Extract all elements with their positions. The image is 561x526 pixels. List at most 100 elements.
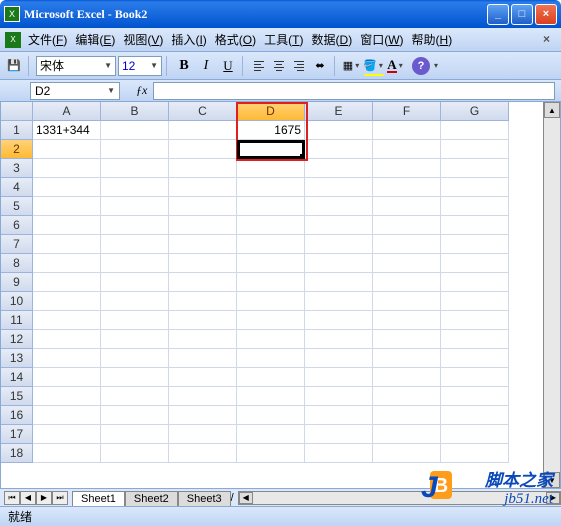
cell-F18[interactable] bbox=[373, 444, 441, 463]
row-header-7[interactable]: 7 bbox=[1, 235, 33, 254]
underline-button[interactable]: U bbox=[218, 56, 238, 76]
scroll-track[interactable] bbox=[544, 118, 560, 472]
cell-C9[interactable] bbox=[169, 273, 237, 292]
cell-D3[interactable] bbox=[237, 159, 305, 178]
row-header-2[interactable]: 2 bbox=[1, 140, 33, 159]
cell-F11[interactable] bbox=[373, 311, 441, 330]
cell-G13[interactable] bbox=[441, 349, 509, 368]
cell-C6[interactable] bbox=[169, 216, 237, 235]
cell-E6[interactable] bbox=[305, 216, 373, 235]
toolbar-options-icon[interactable]: ▾ bbox=[432, 61, 440, 70]
font-name-selector[interactable]: 宋体 ▼ bbox=[36, 56, 116, 76]
cell-C12[interactable] bbox=[169, 330, 237, 349]
menu-insert[interactable]: 插入(I) bbox=[167, 29, 210, 50]
cell-G3[interactable] bbox=[441, 159, 509, 178]
cell-C14[interactable] bbox=[169, 368, 237, 387]
menu-edit[interactable]: 编辑(E) bbox=[71, 29, 119, 50]
cell-D4[interactable] bbox=[237, 178, 305, 197]
cell-F10[interactable] bbox=[373, 292, 441, 311]
cell-E8[interactable] bbox=[305, 254, 373, 273]
row-header-9[interactable]: 9 bbox=[1, 273, 33, 292]
cell-B9[interactable] bbox=[101, 273, 169, 292]
close-document-button[interactable]: × bbox=[543, 32, 559, 48]
row-header-3[interactable]: 3 bbox=[1, 159, 33, 178]
cell-C5[interactable] bbox=[169, 197, 237, 216]
scroll-left-button[interactable]: ◀ bbox=[239, 492, 253, 504]
cell-F15[interactable] bbox=[373, 387, 441, 406]
cell-E1[interactable] bbox=[305, 121, 373, 140]
menu-window[interactable]: 窗口(W) bbox=[356, 29, 407, 50]
cell-B15[interactable] bbox=[101, 387, 169, 406]
cell-E2[interactable] bbox=[305, 140, 373, 159]
cell-G4[interactable] bbox=[441, 178, 509, 197]
row-header-10[interactable]: 10 bbox=[1, 292, 33, 311]
cell-G7[interactable] bbox=[441, 235, 509, 254]
cell-B11[interactable] bbox=[101, 311, 169, 330]
cell-B7[interactable] bbox=[101, 235, 169, 254]
cell-A2[interactable] bbox=[33, 140, 101, 159]
cell-G2[interactable] bbox=[441, 140, 509, 159]
cell-D9[interactable] bbox=[237, 273, 305, 292]
menu-file[interactable]: 文件(F) bbox=[24, 29, 71, 50]
column-header-F[interactable]: F bbox=[373, 102, 441, 121]
sheet-tab-2[interactable]: Sheet2 bbox=[125, 491, 178, 506]
bold-button[interactable]: B bbox=[174, 56, 194, 76]
scroll-right-button[interactable]: ▶ bbox=[546, 492, 560, 504]
cell-A17[interactable] bbox=[33, 425, 101, 444]
horizontal-scrollbar[interactable]: ◀ ▶ bbox=[238, 491, 561, 505]
menu-format[interactable]: 格式(O) bbox=[211, 29, 260, 50]
cell-D6[interactable] bbox=[237, 216, 305, 235]
align-left-button[interactable] bbox=[250, 56, 268, 76]
cell-A18[interactable] bbox=[33, 444, 101, 463]
cell-F8[interactable] bbox=[373, 254, 441, 273]
cell-C16[interactable] bbox=[169, 406, 237, 425]
cell-F1[interactable] bbox=[373, 121, 441, 140]
cell-B14[interactable] bbox=[101, 368, 169, 387]
cell-F12[interactable] bbox=[373, 330, 441, 349]
cell-A11[interactable] bbox=[33, 311, 101, 330]
cell-B18[interactable] bbox=[101, 444, 169, 463]
cell-F7[interactable] bbox=[373, 235, 441, 254]
font-color-button[interactable]: A▾ bbox=[386, 56, 406, 76]
cell-F5[interactable] bbox=[373, 197, 441, 216]
cell-E17[interactable] bbox=[305, 425, 373, 444]
cell-A7[interactable] bbox=[33, 235, 101, 254]
menu-view[interactable]: 视图(V) bbox=[119, 29, 167, 50]
cell-C15[interactable] bbox=[169, 387, 237, 406]
cell-B13[interactable] bbox=[101, 349, 169, 368]
cell-A16[interactable] bbox=[33, 406, 101, 425]
cell-G16[interactable] bbox=[441, 406, 509, 425]
column-header-G[interactable]: G bbox=[441, 102, 509, 121]
cell-E7[interactable] bbox=[305, 235, 373, 254]
cell-G1[interactable] bbox=[441, 121, 509, 140]
cell-F17[interactable] bbox=[373, 425, 441, 444]
row-header-13[interactable]: 13 bbox=[1, 349, 33, 368]
cell-C11[interactable] bbox=[169, 311, 237, 330]
cell-G9[interactable] bbox=[441, 273, 509, 292]
close-button[interactable]: × bbox=[535, 4, 557, 25]
cell-C18[interactable] bbox=[169, 444, 237, 463]
cell-D13[interactable] bbox=[237, 349, 305, 368]
cell-A1[interactable]: 1331+344 bbox=[33, 121, 101, 140]
row-header-6[interactable]: 6 bbox=[1, 216, 33, 235]
cell-E15[interactable] bbox=[305, 387, 373, 406]
cell-grid[interactable]: ABCDEFG11331+344167523456789101112131415… bbox=[1, 102, 560, 463]
column-header-E[interactable]: E bbox=[305, 102, 373, 121]
cell-D5[interactable] bbox=[237, 197, 305, 216]
cell-A8[interactable] bbox=[33, 254, 101, 273]
row-header-14[interactable]: 14 bbox=[1, 368, 33, 387]
sheet-nav-next[interactable]: ▶ bbox=[36, 491, 52, 505]
column-header-A[interactable]: A bbox=[33, 102, 101, 121]
cell-G15[interactable] bbox=[441, 387, 509, 406]
cell-A5[interactable] bbox=[33, 197, 101, 216]
cell-C7[interactable] bbox=[169, 235, 237, 254]
cell-F16[interactable] bbox=[373, 406, 441, 425]
menu-help[interactable]: 帮助(H) bbox=[408, 29, 457, 50]
cell-D8[interactable] bbox=[237, 254, 305, 273]
borders-button[interactable]: ▦▾ bbox=[342, 56, 362, 76]
cell-G5[interactable] bbox=[441, 197, 509, 216]
cell-D7[interactable] bbox=[237, 235, 305, 254]
cell-C1[interactable] bbox=[169, 121, 237, 140]
cell-E18[interactable] bbox=[305, 444, 373, 463]
cell-A13[interactable] bbox=[33, 349, 101, 368]
